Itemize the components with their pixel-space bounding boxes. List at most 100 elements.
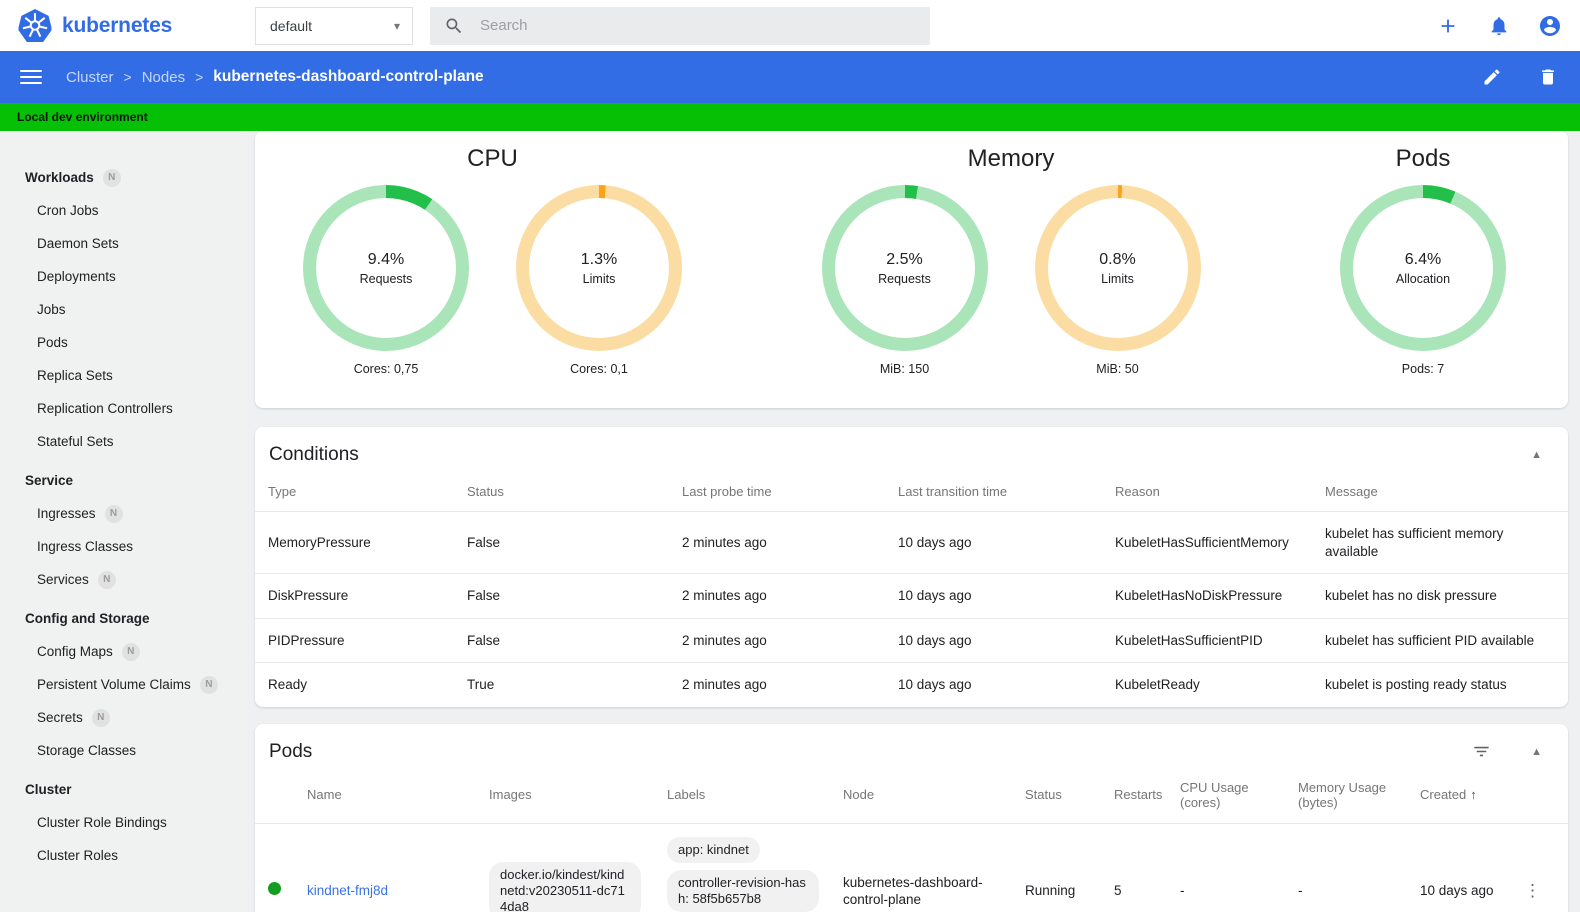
collapse-conditions-button[interactable]: ▲: [1525, 445, 1548, 465]
sidebar-section-label: Service: [25, 473, 74, 488]
sidebar-item-cluster-role-bindings[interactable]: Cluster Role Bindings: [0, 806, 247, 839]
pod-images-cell: docker.io/kindest/kindnetd:v20230511-dc7…: [489, 822, 667, 912]
sidebar-item-label: Persistent Volume Claims: [37, 677, 191, 692]
sort-ascending-icon: ↑: [1470, 787, 1477, 803]
donut-group-title: CPU: [467, 145, 518, 172]
sidebar-item-secrets[interactable]: Secrets N: [0, 701, 247, 734]
donut-label: Requests: [359, 271, 413, 286]
col-status-icon: [255, 769, 307, 823]
donut-row: 6.4% Allocation Pods: 7: [1340, 185, 1506, 376]
condition-cell: PIDPressure: [255, 617, 467, 663]
bell-icon: [1491, 16, 1507, 35]
sidebar-section-workloads: Workloads N: [0, 161, 247, 194]
sidebar-item-daemon-sets[interactable]: Daemon Sets: [0, 227, 247, 260]
conditions-title: Conditions: [269, 444, 359, 465]
donut-chart: 1.3% Limits: [516, 185, 682, 351]
delete-button[interactable]: [1536, 65, 1560, 89]
condition-cell: KubeletHasSufficientPID: [1115, 617, 1325, 663]
pods-title: Pods: [269, 740, 313, 762]
col-restarts[interactable]: Restarts: [1114, 769, 1180, 823]
collapse-pods-button[interactable]: ▲: [1525, 742, 1548, 762]
sidebar-item-config-maps[interactable]: Config Maps N: [0, 635, 247, 668]
col-labels[interactable]: Labels: [667, 769, 843, 823]
search-input[interactable]: [480, 17, 916, 34]
sidebar-item-cron-jobs[interactable]: Cron Jobs: [0, 194, 247, 227]
donut-pods-allocation: 6.4% Allocation Pods: 7: [1340, 185, 1506, 376]
donut-memory-requests: 2.5% Requests MiB: 150: [821, 185, 988, 376]
labels-stack: app: kindnet controller-revision-hash: 58…: [667, 836, 829, 912]
filter-button[interactable]: [1472, 742, 1491, 761]
col-node[interactable]: Node: [843, 769, 1025, 823]
donut-hole: 9.4% Requests: [316, 198, 456, 338]
col-status[interactable]: Status: [1025, 769, 1114, 823]
table-row: PIDPressure False 2 minutes ago 10 days ago…: [255, 617, 1568, 663]
sidebar-item-stateful-sets[interactable]: Stateful Sets: [0, 425, 247, 458]
edit-button[interactable]: [1480, 65, 1504, 89]
sidebar-item-label: Cluster Role Bindings: [37, 815, 167, 830]
condition-cell: MemoryPressure: [255, 510, 467, 574]
pod-status-cell: [255, 822, 307, 912]
sidebar-item-cluster-roles[interactable]: Cluster Roles: [0, 839, 247, 872]
sidebar-item-jobs[interactable]: Jobs: [0, 293, 247, 326]
donut-group-cpu: CPU 9.4% Requests Cores: 0,75 1.3% Limits Core…: [303, 141, 682, 408]
sidebar-item-label: Daemon Sets: [37, 236, 119, 251]
kubernetes-logo[interactable]: kubernetes: [18, 9, 255, 42]
sidebar-item-label: Ingress Classes: [37, 539, 134, 554]
account-button[interactable]: [1538, 14, 1562, 38]
col-message: Message: [1325, 484, 1378, 499]
pod-name-link[interactable]: kindnet-fmj8d: [307, 883, 388, 898]
col-type: Type: [268, 484, 297, 499]
condition-cell: KubeletHasSufficientMemory: [1115, 510, 1325, 574]
condition-cell: 10 days ago: [898, 662, 1115, 707]
pod-name-cell: kindnet-fmj8d: [307, 822, 489, 912]
sidebar-item-label: Stateful Sets: [37, 434, 114, 449]
table-row: Ready True 2 minutes ago 10 days ago Kubelet…: [255, 662, 1568, 707]
col-status: Status: [467, 484, 504, 499]
condition-cell: False: [467, 617, 682, 663]
sidebar-item-label: Secrets: [37, 710, 83, 725]
sidebar-item-label: Ingresses: [37, 506, 96, 521]
image-chip: docker.io/kindest/kindnetd:v20230511-dc7…: [489, 861, 641, 912]
sidebar-item-ingress-classes[interactable]: Ingress Classes: [0, 530, 247, 563]
sidebar-section-label: Cluster: [25, 782, 72, 797]
donut-hole: 0.8% Limits: [1047, 198, 1188, 338]
sidebar-item-pods[interactable]: Pods: [0, 326, 247, 359]
table-row: DiskPressure False 2 minutes ago 10 days ag…: [255, 573, 1568, 619]
sidebar-item-deployments[interactable]: Deployments: [0, 260, 247, 293]
donut-percent: 0.8%: [1099, 250, 1136, 268]
pod-memory-usage-cell: -: [1298, 822, 1420, 912]
sidebar-item-label: Config Maps: [37, 644, 113, 659]
col-name[interactable]: Name: [307, 769, 489, 823]
account-circle-icon: [1540, 15, 1560, 36]
col-images[interactable]: Images: [489, 769, 667, 823]
sidebar-item-replica-sets[interactable]: Replica Sets: [0, 359, 247, 392]
namespace-select[interactable]: default ▾: [255, 6, 413, 45]
add-resource-button[interactable]: [1436, 14, 1460, 38]
page-title: kubernetes-dashboard-control-plane: [213, 68, 484, 85]
donut-row: 2.5% Requests MiB: 150 0.8% Limits MiB: 50: [821, 185, 1201, 376]
condition-cell: True: [467, 662, 682, 707]
sidebar-item-label: Replication Controllers: [37, 401, 173, 416]
col-memory-usage-bytes[interactable]: Memory Usage (bytes): [1298, 769, 1420, 823]
search-bar[interactable]: [430, 6, 930, 45]
kebab-menu-icon[interactable]: ⋮: [1524, 881, 1541, 900]
sidebar-item-label: Cluster Roles: [37, 848, 119, 863]
sidebar-item-services[interactable]: Services N: [0, 563, 247, 596]
menu-button[interactable]: [20, 70, 42, 84]
col-created[interactable]: Created ↑: [1420, 769, 1524, 823]
sidebar-item-replication-controllers[interactable]: Replication Controllers: [0, 392, 247, 425]
breadcrumb-nodes[interactable]: Nodes: [142, 69, 185, 86]
donut-group-title: Pods: [1395, 145, 1451, 172]
breadcrumb-cluster[interactable]: Cluster: [66, 69, 114, 86]
sidebar-item-persistent-volume-claims[interactable]: Persistent Volume Claims N: [0, 668, 247, 701]
chevron-down-icon: ▾: [393, 18, 400, 33]
sidebar-item-ingresses[interactable]: Ingresses N: [0, 497, 247, 530]
sidebar-item-storage-classes[interactable]: Storage Classes: [0, 734, 247, 767]
new-badge: N: [97, 570, 116, 589]
donut-footer: MiB: 50: [1096, 362, 1139, 376]
notifications-button[interactable]: [1487, 14, 1511, 38]
condition-cell: 2 minutes ago: [682, 573, 898, 619]
col-cpu-usage-cores[interactable]: CPU Usage (cores): [1180, 769, 1298, 823]
condition-cell: 2 minutes ago: [682, 617, 898, 663]
donut-chart: 2.5% Requests: [821, 185, 988, 351]
